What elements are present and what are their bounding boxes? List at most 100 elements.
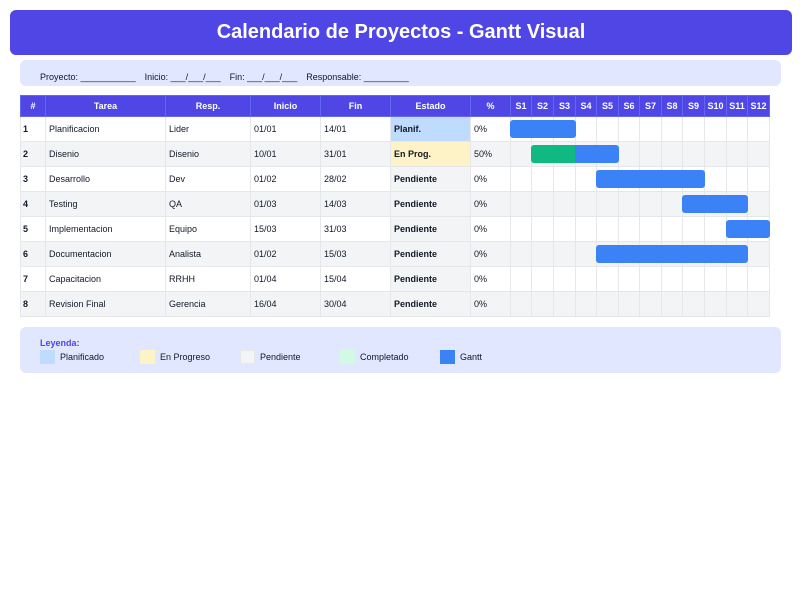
week-cell bbox=[596, 141, 619, 167]
task-progress: 0% bbox=[470, 241, 511, 267]
gantt-bar-segment bbox=[510, 120, 532, 138]
task-responsible: Analista bbox=[165, 241, 251, 267]
table-row: 7 Capacitacion RRHH 01/04 15/04 Pendiente 0% bbox=[20, 266, 770, 292]
week-cell bbox=[510, 141, 532, 167]
gantt-bar-segment bbox=[618, 245, 640, 263]
task-progress: 0% bbox=[470, 166, 511, 192]
week-cell bbox=[639, 216, 662, 242]
task-name: Disenio bbox=[45, 141, 166, 167]
gantt-bar-segment bbox=[682, 170, 705, 188]
gantt-bar-segment bbox=[726, 195, 748, 213]
week-cell bbox=[747, 266, 770, 292]
project-info-bar: Proyecto: ___________ Inicio: ___/___/__… bbox=[20, 60, 781, 86]
task-name: Capacitacion bbox=[45, 266, 166, 292]
page-title: Calendario de Proyectos - Gantt Visual bbox=[216, 21, 586, 43]
week-cell bbox=[704, 191, 727, 217]
week-cell bbox=[618, 166, 640, 192]
week-cell bbox=[747, 191, 770, 217]
gantt-bar-segment bbox=[639, 245, 662, 263]
week-cell bbox=[747, 241, 770, 267]
task-responsible: Gerencia bbox=[165, 291, 251, 317]
gantt-bar-segment bbox=[661, 245, 683, 263]
task-name: Desarrollo bbox=[45, 166, 166, 192]
week-cell bbox=[682, 191, 705, 217]
legend-item: Planificado bbox=[40, 350, 140, 364]
week-cell bbox=[553, 116, 576, 142]
week-cell bbox=[596, 216, 619, 242]
gantt-bar-segment bbox=[596, 145, 619, 163]
task-number: 3 bbox=[20, 166, 46, 192]
week-cell bbox=[682, 216, 705, 242]
gantt-bar-segment bbox=[682, 195, 705, 213]
col-header-tarea: Tarea bbox=[45, 95, 166, 117]
task-end-date: 14/03 bbox=[320, 191, 391, 217]
proyecto-field: Proyecto: ___________ bbox=[40, 72, 136, 82]
legend-items: Planificado En Progreso Pendiente Completad… bbox=[40, 350, 781, 364]
week-cell bbox=[661, 216, 683, 242]
title-bar: Calendario de Proyectos - Gantt Visual bbox=[10, 10, 792, 55]
gantt-bar-segment bbox=[553, 145, 576, 163]
week-cell bbox=[553, 166, 576, 192]
week-cell bbox=[618, 291, 640, 317]
week-cell bbox=[553, 216, 576, 242]
status-badge: Planif. bbox=[390, 116, 471, 142]
week-cell bbox=[639, 191, 662, 217]
table-row: 8 Revision Final Gerencia 16/04 30/04 Pendien… bbox=[20, 291, 770, 317]
table-row: 2 Disenio Disenio 10/01 31/01 En Prog. 50% bbox=[20, 141, 770, 167]
week-cell bbox=[661, 141, 683, 167]
legend-item: Pendiente bbox=[240, 350, 340, 364]
table-row: 1 Planificacion Lider 01/01 14/01 Planif. 0% bbox=[20, 116, 770, 142]
task-end-date: 28/02 bbox=[320, 166, 391, 192]
week-cell bbox=[704, 141, 727, 167]
week-cell bbox=[726, 216, 748, 242]
task-responsible: Disenio bbox=[165, 141, 251, 167]
week-cell bbox=[575, 116, 597, 142]
task-responsible: Equipo bbox=[165, 216, 251, 242]
week-cell bbox=[747, 116, 770, 142]
week-cell bbox=[510, 291, 532, 317]
week-cell bbox=[575, 191, 597, 217]
week-cell bbox=[726, 166, 748, 192]
legend-label: Gantt bbox=[460, 352, 483, 362]
legend-label: Pendiente bbox=[260, 352, 301, 362]
gantt-bar-segment bbox=[596, 245, 619, 263]
week-cell bbox=[747, 291, 770, 317]
task-start-date: 01/03 bbox=[250, 191, 321, 217]
task-progress: 0% bbox=[470, 291, 511, 317]
week-cell bbox=[575, 216, 597, 242]
week-cell bbox=[618, 191, 640, 217]
week-cell bbox=[575, 241, 597, 267]
task-start-date: 01/02 bbox=[250, 166, 321, 192]
week-cell bbox=[639, 141, 662, 167]
week-cell bbox=[726, 116, 748, 142]
task-end-date: 31/01 bbox=[320, 141, 391, 167]
col-header-resp: Resp. bbox=[165, 95, 251, 117]
week-cell bbox=[704, 241, 727, 267]
table-row: 6 Documentacion Analista 01/02 15/03 Pendient… bbox=[20, 241, 770, 267]
week-cell bbox=[596, 241, 619, 267]
task-end-date: 15/03 bbox=[320, 241, 391, 267]
task-progress: 50% bbox=[470, 141, 511, 167]
table-row: 4 Testing QA 01/03 14/03 Pendiente 0% bbox=[20, 191, 770, 217]
legend-swatch bbox=[340, 350, 355, 364]
gantt-bar-segment bbox=[596, 170, 619, 188]
table-row: 3 Desarrollo Dev 01/02 28/02 Pendiente 0% bbox=[20, 166, 770, 192]
week-cell bbox=[704, 166, 727, 192]
task-number: 4 bbox=[20, 191, 46, 217]
legend-label: Completado bbox=[360, 352, 409, 362]
status-badge: En Prog. bbox=[390, 141, 471, 167]
legend-swatch bbox=[240, 350, 255, 364]
legend-swatch bbox=[140, 350, 155, 364]
gantt-bar-segment bbox=[531, 145, 554, 163]
week-cell bbox=[510, 266, 532, 292]
col-header-fin: Fin bbox=[320, 95, 391, 117]
col-header-week: S4 bbox=[575, 95, 597, 117]
fin-field: Fin: ___/___/___ bbox=[229, 72, 298, 82]
week-cell bbox=[682, 241, 705, 267]
week-cell bbox=[661, 291, 683, 317]
week-cell bbox=[639, 116, 662, 142]
week-cell bbox=[531, 191, 554, 217]
week-cell bbox=[596, 266, 619, 292]
task-name: Implementacion bbox=[45, 216, 166, 242]
legend-item: Completado bbox=[340, 350, 440, 364]
